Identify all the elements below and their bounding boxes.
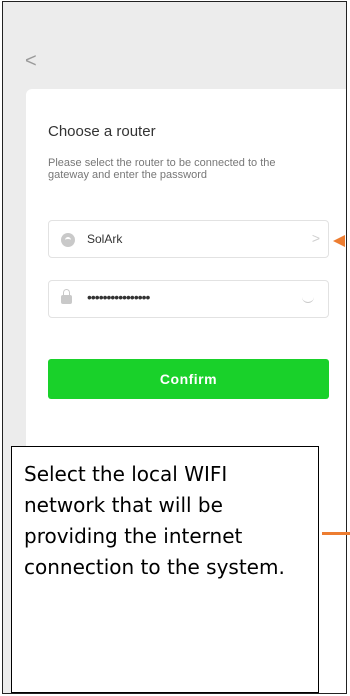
callout-text: Select the local WIFI network that will … [24, 462, 285, 579]
lock-icon [61, 289, 72, 304]
router-select-field[interactable]: SolArk > [48, 220, 329, 258]
page-title: Choose a router [48, 123, 156, 140]
chevron-right-icon: > [311, 230, 320, 246]
back-chevron-icon[interactable]: < [25, 50, 39, 72]
callout-arrow-line [322, 532, 350, 535]
callout-arrow-head [333, 235, 345, 247]
confirm-button[interactable]: Confirm [48, 359, 329, 399]
wifi-icon [61, 233, 75, 247]
router-name: SolArk [87, 232, 123, 246]
password-field[interactable]: •••••••••••••••• [48, 280, 329, 318]
eye-closed-icon[interactable] [302, 296, 314, 303]
instruction-callout: Select the local WIFI network that will … [11, 446, 319, 693]
password-value: •••••••••••••••• [87, 289, 150, 305]
page-description: Please select the router to be connected… [48, 157, 276, 181]
